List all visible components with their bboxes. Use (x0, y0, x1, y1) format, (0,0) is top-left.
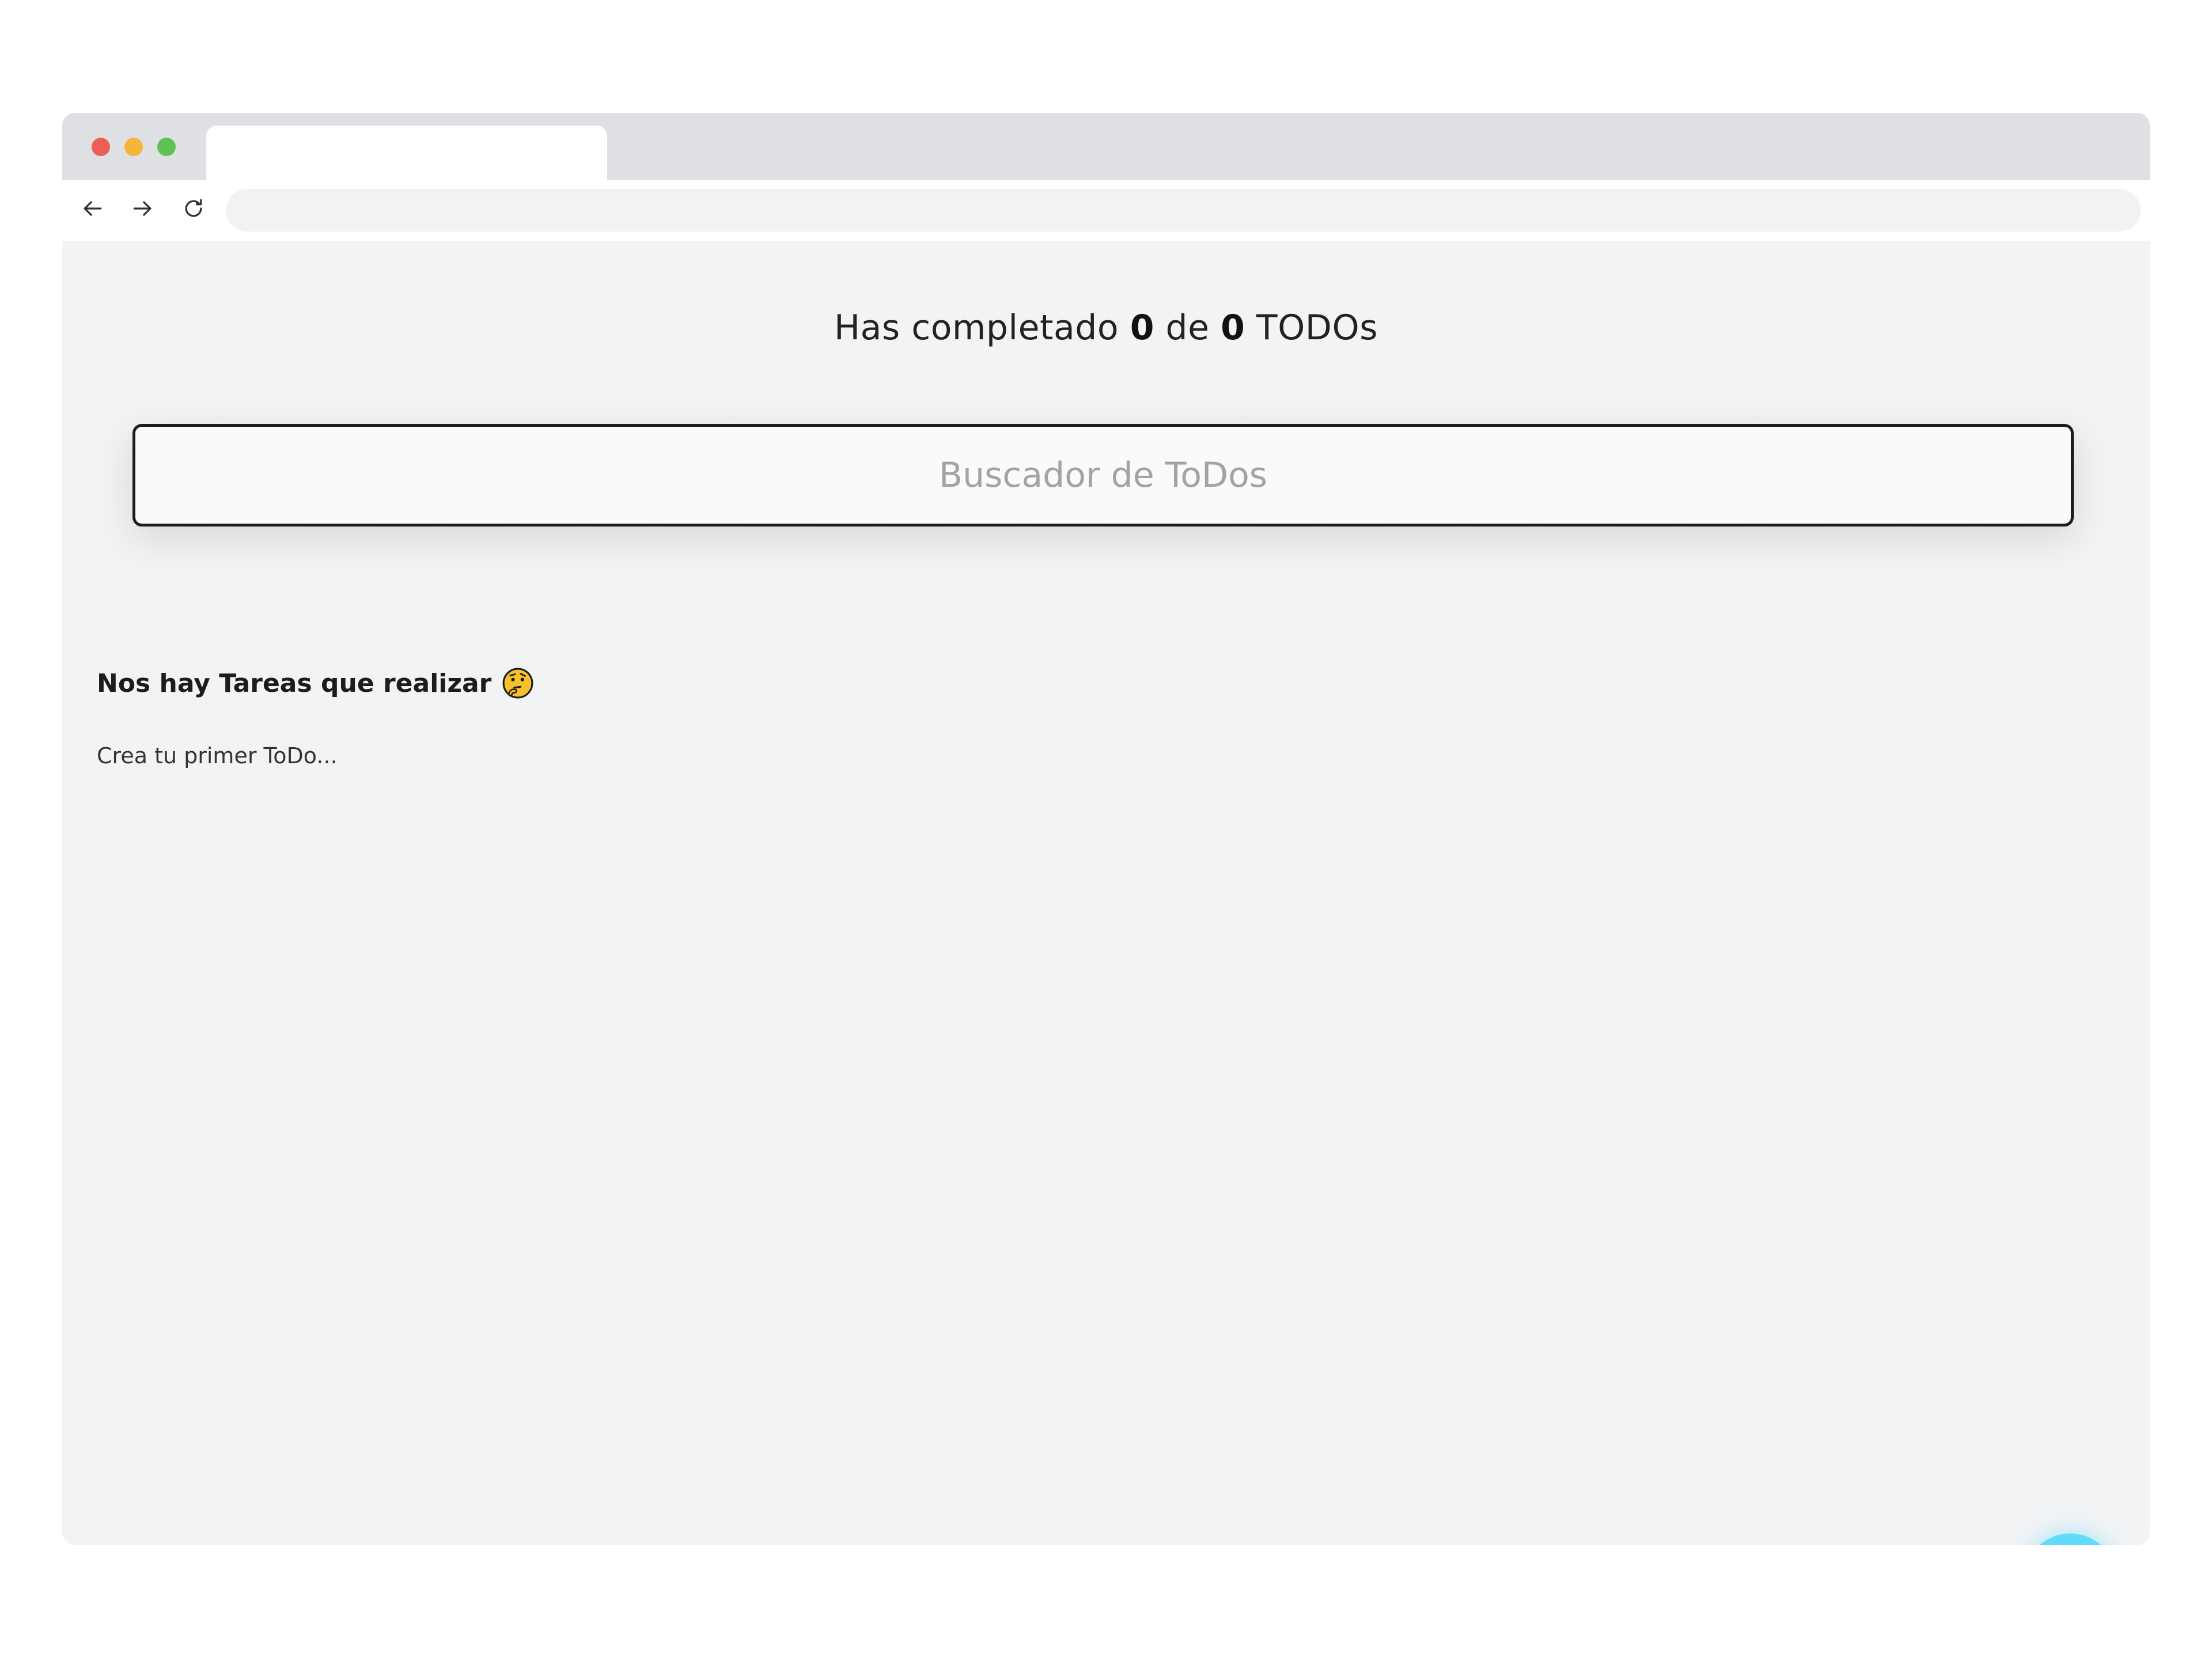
counter-prefix: Has completado (834, 308, 1119, 348)
thinking-face-icon (502, 668, 533, 699)
total-count: 0 (1221, 308, 1245, 348)
reload-icon (185, 199, 202, 217)
counter-middle: de (1165, 308, 1210, 348)
counter-suffix: TODOs (1256, 308, 1378, 348)
address-bar[interactable] (226, 189, 2141, 232)
forward-button[interactable] (126, 191, 160, 226)
minimize-window-button[interactable] (124, 138, 143, 156)
maximize-window-button[interactable] (157, 138, 176, 156)
arrow-right-icon (133, 201, 151, 216)
search-input[interactable] (132, 424, 2074, 527)
back-button[interactable] (75, 191, 109, 226)
search-container (132, 424, 2074, 527)
add-todo-button[interactable] (2024, 1533, 2116, 1545)
browser-navbar (62, 180, 2150, 241)
arrow-left-icon (84, 201, 102, 216)
completed-count: 0 (1130, 308, 1154, 348)
close-window-button[interactable] (92, 138, 110, 156)
page-content: Has completado 0 de 0 TODOs Nos hay Tare… (62, 241, 2150, 1545)
empty-state-title-text: Nos hay Tareas que realizar (97, 668, 492, 698)
browser-titlebar (62, 113, 2150, 180)
browser-window: Has completado 0 de 0 TODOs Nos hay Tare… (62, 113, 2150, 1545)
empty-state-subtitle: Crea tu primer ToDo... (97, 743, 338, 768)
empty-state-title: Nos hay Tareas que realizar (97, 667, 534, 699)
reload-button[interactable] (176, 191, 211, 226)
todo-counter: Has completado 0 de 0 TODOs (62, 308, 2150, 348)
browser-tab[interactable] (206, 126, 607, 180)
